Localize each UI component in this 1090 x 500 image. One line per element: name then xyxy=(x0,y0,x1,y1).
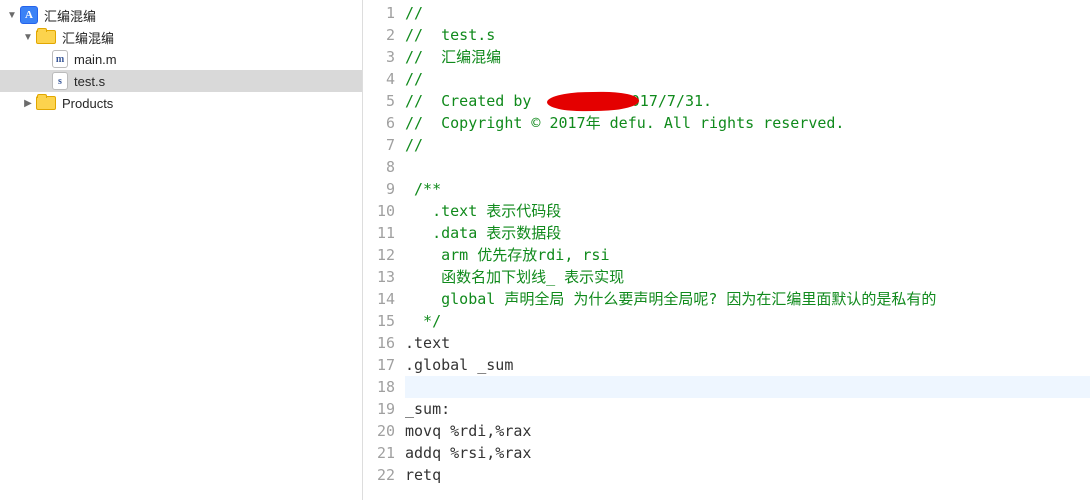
code-text: .data 表示数据段 xyxy=(405,224,561,242)
line-number: 16 xyxy=(363,332,395,354)
code-text: movq %rdi,%rax xyxy=(405,422,531,440)
code-line[interactable]: global 声明全局 为什么要声明全局呢? 因为在汇编里面默认的是私有的 xyxy=(405,288,1090,310)
file-icon: s xyxy=(52,72,68,90)
code-text: global 声明全局 为什么要声明全局呢? 因为在汇编里面默认的是私有的 xyxy=(405,290,936,308)
tree-row--[interactable]: ▼A 汇编混编 xyxy=(0,4,362,26)
code-editor[interactable]: 12345678910111213141516171819202122 ////… xyxy=(363,0,1090,500)
code-text: _sum: xyxy=(405,400,450,418)
code-line[interactable]: // Copyright © 2017年 defu. All rights re… xyxy=(405,112,1090,134)
code-line[interactable]: // xyxy=(405,68,1090,90)
code-line[interactable]: addq %rsi,%rax xyxy=(405,442,1090,464)
code-line[interactable]: // xyxy=(405,134,1090,156)
code-text: */ xyxy=(405,312,441,330)
code-text: // xyxy=(405,4,423,22)
file-icon: m xyxy=(52,50,68,68)
line-number: 11 xyxy=(363,222,395,244)
line-number: 14 xyxy=(363,288,395,310)
code-line[interactable] xyxy=(405,156,1090,178)
line-number: 10 xyxy=(363,200,395,222)
line-number: 9 xyxy=(363,178,395,200)
line-number: 8 xyxy=(363,156,395,178)
tree-label: 汇编混编 xyxy=(62,28,114,47)
code-line[interactable]: movq %rdi,%rax xyxy=(405,420,1090,442)
code-line[interactable]: .text xyxy=(405,332,1090,354)
line-number: 17 xyxy=(363,354,395,376)
line-number: 13 xyxy=(363,266,395,288)
tree-label: main.m xyxy=(74,52,117,67)
code-line[interactable] xyxy=(405,376,1090,398)
tree-row--[interactable]: ▼ 汇编混编 xyxy=(0,26,362,48)
code-line[interactable]: // Created by 2017/7/31. xyxy=(405,90,1090,112)
tree-row-test-s[interactable]: s test.s xyxy=(0,70,362,92)
code-line[interactable]: */ xyxy=(405,310,1090,332)
line-number: 2 xyxy=(363,24,395,46)
code-line[interactable]: .data 表示数据段 xyxy=(405,222,1090,244)
code-area[interactable]: // // test.s // 汇编混编 // // Created by 2017/7… xyxy=(405,0,1090,500)
line-number: 5 xyxy=(363,90,395,112)
code-line[interactable]: // 汇编混编 xyxy=(405,46,1090,68)
code-line[interactable]: 函数名加下划线_ 表示实现 xyxy=(405,266,1090,288)
disclosure-icon[interactable]: ▼ xyxy=(22,31,34,43)
code-line[interactable]: arm 优先存放rdi, rsi xyxy=(405,244,1090,266)
code-text: // Copyright © 2017年 defu. All rights re… xyxy=(405,114,844,132)
tree-label: 汇编混编 xyxy=(44,6,96,25)
folder-icon xyxy=(36,96,56,110)
line-number: 1 xyxy=(363,2,395,24)
line-number: 7 xyxy=(363,134,395,156)
code-text: // xyxy=(405,136,423,154)
code-text: retq xyxy=(405,466,441,484)
code-line[interactable]: // test.s xyxy=(405,24,1090,46)
line-number: 15 xyxy=(363,310,395,332)
code-text: arm 优先存放rdi, rsi xyxy=(405,246,610,264)
xcode-project-icon: A xyxy=(20,6,38,24)
disclosure-icon[interactable]: ▼ xyxy=(6,9,18,21)
code-text: addq %rsi,%rax xyxy=(405,444,531,462)
code-line[interactable]: /** xyxy=(405,178,1090,200)
code-text: .global _sum xyxy=(405,356,513,374)
code-text: .text xyxy=(405,334,450,352)
folder-icon xyxy=(36,30,56,44)
code-text: // 汇编混编 xyxy=(405,48,501,66)
tree-row-products[interactable]: ▶ Products xyxy=(0,92,362,114)
tree-row-main-m[interactable]: m main.m xyxy=(0,48,362,70)
code-line[interactable]: .text 表示代码段 xyxy=(405,200,1090,222)
file-navigator[interactable]: ▼A汇编混编▼汇编混编mmain.mstest.s▶Products xyxy=(0,0,363,500)
code-line[interactable]: .global _sum xyxy=(405,354,1090,376)
line-number: 21 xyxy=(363,442,395,464)
code-text: 函数名加下划线_ 表示实现 xyxy=(405,268,624,286)
line-number: 3 xyxy=(363,46,395,68)
tree-label: Products xyxy=(62,96,113,111)
code-text: /** xyxy=(405,180,441,198)
line-number: 4 xyxy=(363,68,395,90)
line-number: 6 xyxy=(363,112,395,134)
code-text: // test.s xyxy=(405,26,495,44)
line-number: 19 xyxy=(363,398,395,420)
code-text: // xyxy=(405,70,423,88)
line-number: 20 xyxy=(363,420,395,442)
code-text: .text 表示代码段 xyxy=(405,202,561,220)
line-gutter: 12345678910111213141516171819202122 xyxy=(363,0,405,500)
line-number: 22 xyxy=(363,464,395,486)
line-number: 12 xyxy=(363,244,395,266)
code-line[interactable]: retq xyxy=(405,464,1090,486)
tree-label: test.s xyxy=(74,74,105,89)
code-line[interactable]: // xyxy=(405,2,1090,24)
code-line[interactable]: _sum: xyxy=(405,398,1090,420)
disclosure-icon[interactable]: ▶ xyxy=(22,97,34,109)
line-number: 18 xyxy=(363,376,395,398)
